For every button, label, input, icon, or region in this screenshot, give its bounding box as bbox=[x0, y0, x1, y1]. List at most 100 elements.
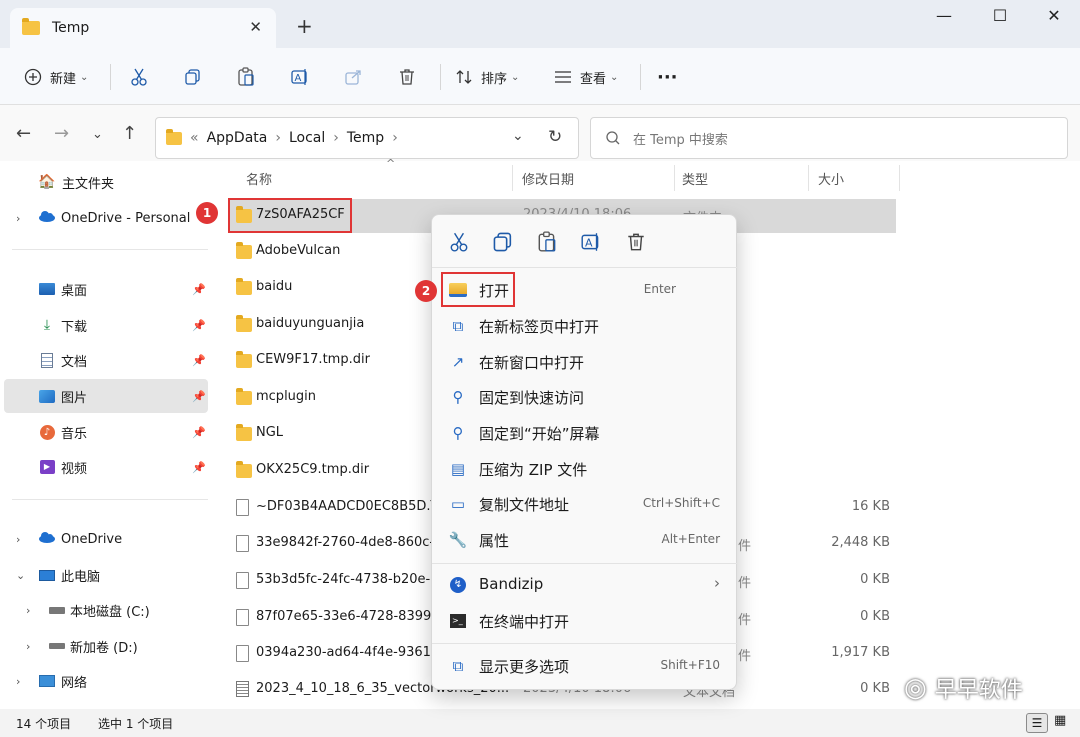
new-button[interactable]: 新建 ⌄ bbox=[24, 64, 88, 90]
menu-item-label: 在终端中打开 bbox=[479, 613, 570, 631]
menu-item-open-new-tab[interactable]: ⧉ 在新标签页中打开 bbox=[438, 309, 732, 343]
sidebar-item-documents[interactable]: 文档 📌 bbox=[4, 343, 208, 377]
rename-button[interactable]: A bbox=[290, 64, 310, 90]
menu-item-copy-path[interactable]: ▭ 复制文件地址 Ctrl+Shift+C bbox=[438, 487, 732, 521]
menu-item-pin-start[interactable]: ⚲ 固定到“开始”屏幕 bbox=[438, 416, 732, 450]
sidebar-item-drive-c[interactable]: › 本地磁盘 (C:) bbox=[4, 593, 208, 627]
paste-icon[interactable] bbox=[536, 231, 558, 253]
sidebar-item-desktop[interactable]: 桌面 📌 bbox=[4, 272, 208, 306]
sidebar-item-pictures[interactable]: 图片 📌 bbox=[4, 379, 208, 413]
menu-item-label: 在新标签页中打开 bbox=[479, 318, 600, 336]
pin-icon[interactable]: 📌 bbox=[192, 461, 206, 474]
chevron-down-icon: ⌄ bbox=[80, 71, 89, 83]
column-header-type[interactable]: 类型 bbox=[674, 163, 804, 193]
overflow-chevron[interactable]: « bbox=[190, 130, 199, 146]
chevron-right-icon[interactable]: › bbox=[16, 533, 20, 546]
sidebar-item-drive-d[interactable]: › 新加卷 (D:) bbox=[4, 629, 208, 663]
sidebar-item-onedrive-personal[interactable]: › OneDrive - Personal bbox=[4, 201, 208, 235]
chevron-right-icon[interactable]: › bbox=[26, 604, 30, 617]
close-window-button[interactable]: ✕ bbox=[1034, 6, 1074, 30]
menu-item-bandizip[interactable]: ↯ Bandizip › bbox=[438, 568, 732, 602]
maximize-button[interactable]: ☐ bbox=[980, 6, 1020, 30]
pin-icon[interactable]: 📌 bbox=[192, 390, 206, 403]
rename-icon[interactable]: A bbox=[580, 231, 602, 253]
sidebar-item-label: 网络 bbox=[61, 675, 88, 691]
tab-temp[interactable]: Temp ✕ bbox=[10, 8, 276, 48]
divider bbox=[808, 165, 809, 191]
sidebar-item-label: 桌面 bbox=[61, 283, 88, 299]
svg-text:A: A bbox=[585, 236, 593, 249]
breadcrumb-appdata[interactable]: AppData bbox=[207, 130, 268, 146]
cut-button[interactable] bbox=[130, 64, 148, 90]
sidebar-item-label: OneDrive - Personal bbox=[61, 210, 191, 226]
new-tab-button[interactable]: + bbox=[296, 14, 313, 38]
menu-item-pin-quick-access[interactable]: ⚲ 固定到快速访问 bbox=[438, 380, 732, 414]
title-bar: Temp ✕ + — ☐ ✕ bbox=[0, 0, 1080, 48]
address-bar[interactable]: « AppData › Local › Temp › ⌄ ↻ bbox=[155, 117, 579, 159]
sidebar-item-videos[interactable]: ▶ 视频 📌 bbox=[4, 450, 208, 484]
cut-icon[interactable] bbox=[448, 231, 470, 253]
file-name: OKX25C9.tmp.dir bbox=[256, 462, 370, 477]
column-header-size[interactable]: 大小 bbox=[810, 163, 898, 193]
menu-item-open-new-window[interactable]: ↗ 在新窗口中打开 bbox=[438, 345, 732, 379]
sidebar-item-downloads[interactable]: ⤓ 下载 📌 bbox=[4, 308, 208, 342]
forward-arrow-icon[interactable]: → bbox=[54, 123, 69, 144]
wechat-icon: ◎ bbox=[904, 673, 927, 703]
recent-chevron-icon[interactable]: ⌄ bbox=[92, 127, 103, 142]
sort-button[interactable]: 排序 ⌄ bbox=[455, 64, 519, 90]
chevron-right-icon[interactable]: › bbox=[16, 212, 20, 225]
menu-item-label: 在新窗口中打开 bbox=[479, 354, 585, 372]
close-tab-icon[interactable]: ✕ bbox=[249, 18, 262, 36]
more-options-button[interactable]: ··· bbox=[657, 64, 678, 90]
breadcrumb-temp[interactable]: Temp bbox=[347, 130, 384, 146]
sidebar-item-home[interactable]: 🏠 主文件夹 bbox=[4, 165, 208, 199]
breadcrumb-local[interactable]: Local bbox=[289, 130, 325, 146]
address-dropdown-icon[interactable]: ⌄ bbox=[512, 128, 524, 144]
file-size: 2,448 KB bbox=[831, 535, 890, 550]
menu-item-properties[interactable]: 🔧 属性 Alt+Enter bbox=[438, 523, 732, 557]
sidebar-item-onedrive[interactable]: › OneDrive bbox=[4, 522, 208, 556]
new-label: 新建 bbox=[50, 71, 77, 87]
chevron-right-icon[interactable]: › bbox=[16, 675, 20, 688]
copy-icon[interactable] bbox=[492, 231, 514, 253]
watermark-text: 早早软件 bbox=[934, 678, 1023, 703]
menu-item-show-more-options[interactable]: ⧉ 显示更多选项 Shift+F10 bbox=[438, 649, 732, 683]
delete-button[interactable] bbox=[398, 64, 416, 90]
address-row: ← → ⌄ ↑ « AppData › Local › Temp › ⌄ ↻ 在… bbox=[0, 105, 1080, 161]
back-arrow-icon[interactable]: ← bbox=[16, 123, 31, 144]
column-header-name[interactable]: 名称 ^ bbox=[238, 157, 508, 193]
paste-button[interactable] bbox=[237, 64, 255, 90]
share-button[interactable] bbox=[344, 64, 364, 90]
file-name: 87f07e65-33e6-4728-8399- bbox=[256, 609, 436, 624]
pin-icon[interactable]: 📌 bbox=[192, 319, 206, 332]
picture-icon bbox=[38, 388, 56, 404]
tiles-view-icon[interactable]: ▦ bbox=[1054, 713, 1066, 728]
new-window-icon: ↗ bbox=[451, 353, 465, 371]
chevron-down-icon[interactable]: ⌄ bbox=[16, 569, 25, 582]
file-icon bbox=[236, 572, 249, 589]
chevron-right-icon[interactable]: › bbox=[26, 640, 30, 653]
column-header-date[interactable]: 修改日期 bbox=[514, 163, 664, 193]
sidebar-item-music[interactable]: ♪ 音乐 📌 bbox=[4, 415, 208, 449]
pin-icon[interactable]: 📌 bbox=[192, 283, 206, 296]
folder-icon bbox=[236, 388, 252, 405]
sidebar-item-this-pc[interactable]: ⌄ 此电脑 bbox=[4, 558, 208, 592]
menu-item-compress-zip[interactable]: ▤ 压缩为 ZIP 文件 bbox=[438, 452, 732, 486]
trash-icon[interactable] bbox=[625, 231, 647, 253]
up-arrow-icon[interactable]: ↑ bbox=[122, 123, 137, 144]
sidebar-item-network[interactable]: › 网络 bbox=[4, 664, 208, 698]
details-view-icon[interactable]: ☰ bbox=[1026, 713, 1048, 733]
pin-icon[interactable]: 📌 bbox=[192, 354, 206, 367]
document-icon bbox=[38, 352, 56, 368]
refresh-icon[interactable]: ↻ bbox=[548, 127, 562, 147]
menu-item-open-terminal[interactable]: >_ 在终端中打开 bbox=[438, 604, 732, 638]
view-button[interactable]: 查看 ⌄ bbox=[554, 64, 618, 90]
music-icon: ♪ bbox=[38, 424, 56, 440]
cloud-icon bbox=[39, 532, 55, 543]
scissors-icon bbox=[131, 68, 147, 86]
minimize-button[interactable]: — bbox=[924, 6, 964, 30]
pin-icon[interactable]: 📌 bbox=[192, 426, 206, 439]
sidebar-item-label: 新加卷 (D:) bbox=[70, 640, 138, 656]
copy-button[interactable] bbox=[184, 64, 202, 90]
search-input[interactable]: 在 Temp 中搜索 bbox=[590, 117, 1068, 159]
